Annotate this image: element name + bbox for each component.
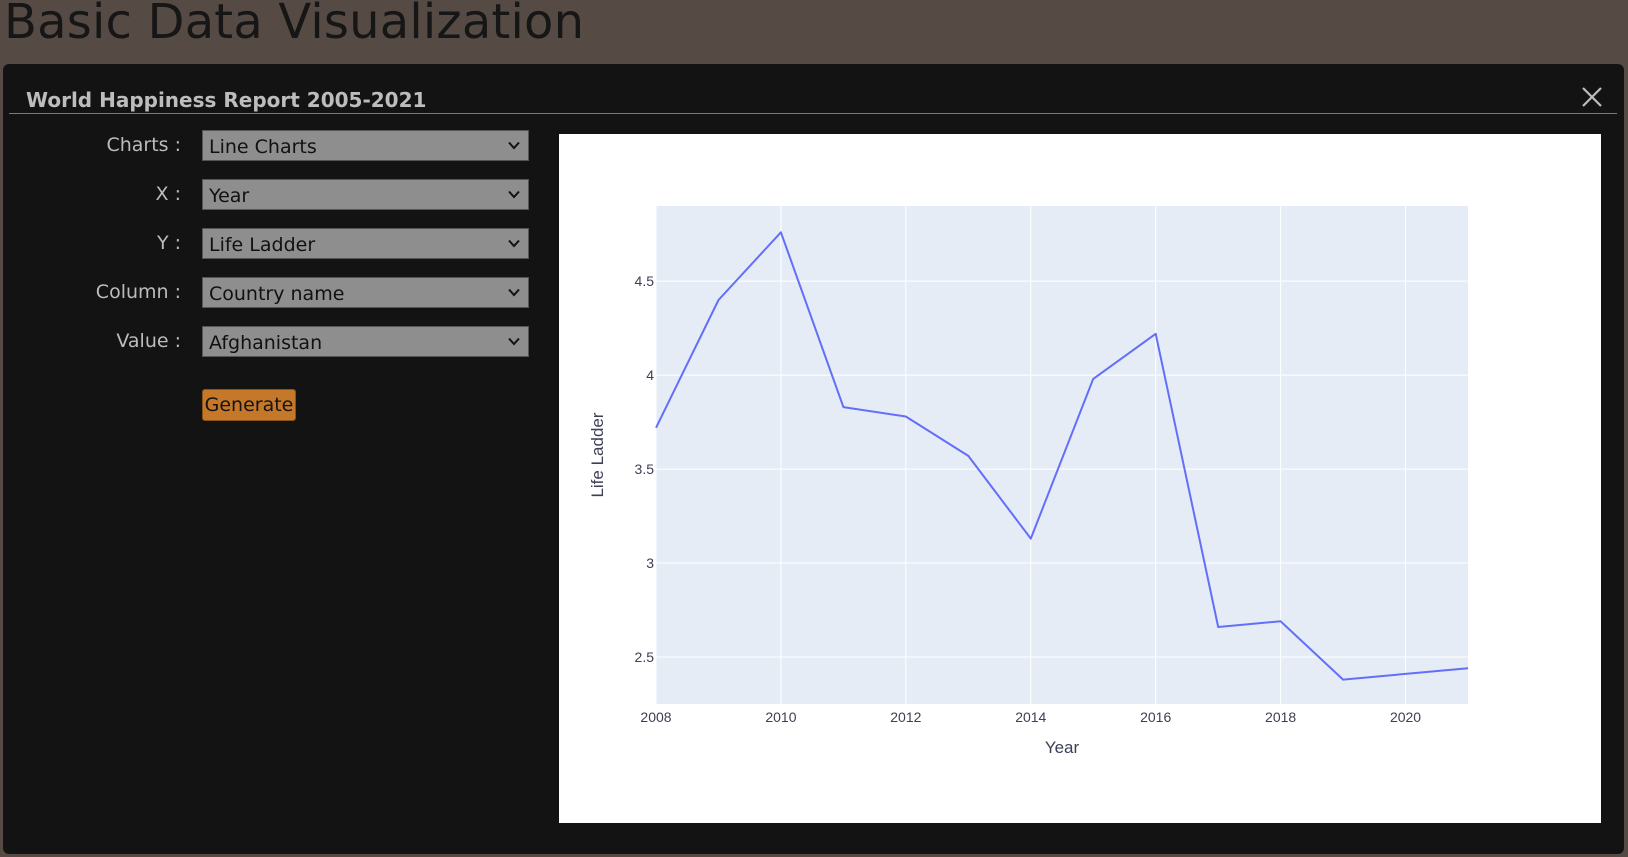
chart-panel: 2008 2010 2012 2014 2016 2018 2020 2.5 3 3.5 4 4.5 Y… (559, 134, 1601, 823)
column-row: Column : Country name (3, 277, 533, 309)
x-tick-label: 2010 (765, 709, 796, 725)
x-axis-title: Year (1045, 738, 1080, 757)
x-tick-label: 2014 (1015, 709, 1046, 725)
y-tick-label: 4.5 (635, 273, 655, 289)
line-chart: 2008 2010 2012 2014 2016 2018 2020 2.5 3 3.5 4 4.5 Y… (588, 206, 1469, 757)
x-tick-label: 2020 (1390, 709, 1421, 725)
y-axis-title: Life Ladder (588, 412, 607, 497)
y-label: Y : (156, 232, 181, 254)
x-select-value: Year (209, 185, 250, 207)
chevron-down-icon (508, 337, 520, 346)
column-label: Column : (95, 281, 181, 303)
x-tick-label: 2012 (890, 709, 921, 725)
y-tick-label: 2.5 (635, 649, 655, 665)
charts-label: Charts : (106, 134, 181, 156)
generate-button[interactable]: Generate (202, 389, 296, 421)
y-row: Y : Life Ladder (3, 228, 533, 260)
y-tick-label: 4 (646, 367, 654, 383)
column-select[interactable]: Country name (202, 277, 529, 308)
charts-select[interactable]: Line Charts (202, 130, 529, 161)
chevron-down-icon (508, 239, 520, 248)
value-select[interactable]: Afghanistan (202, 326, 529, 357)
charts-row: Charts : Line Charts (3, 130, 533, 162)
value-select-value: Afghanistan (209, 332, 323, 354)
chevron-down-icon (508, 288, 520, 297)
chart-modal: World Happiness Report 2005-2021 Charts … (3, 64, 1624, 854)
x-row: X : Year (3, 179, 533, 211)
x-tick-label: 2016 (1140, 709, 1171, 725)
modal-title: World Happiness Report 2005-2021 (26, 88, 427, 112)
x-tick-label: 2018 (1265, 709, 1296, 725)
value-label: Value : (116, 330, 181, 352)
y-select[interactable]: Life Ladder (202, 228, 529, 259)
close-button[interactable] (1577, 82, 1607, 112)
chevron-down-icon (508, 141, 520, 150)
x-label: X : (155, 183, 181, 205)
x-tick-label: 2008 (640, 709, 671, 725)
charts-select-value: Line Charts (209, 136, 317, 158)
chevron-down-icon (508, 190, 520, 199)
y-tick-label: 3.5 (635, 461, 655, 477)
page-title: Basic Data Visualization (4, 0, 585, 50)
x-select[interactable]: Year (202, 179, 529, 210)
y-tick-label: 3 (646, 555, 654, 571)
modal-header: World Happiness Report 2005-2021 (9, 64, 1617, 114)
close-icon (1582, 87, 1602, 107)
column-select-value: Country name (209, 283, 345, 305)
value-row: Value : Afghanistan (3, 326, 533, 358)
y-select-value: Life Ladder (209, 234, 316, 256)
